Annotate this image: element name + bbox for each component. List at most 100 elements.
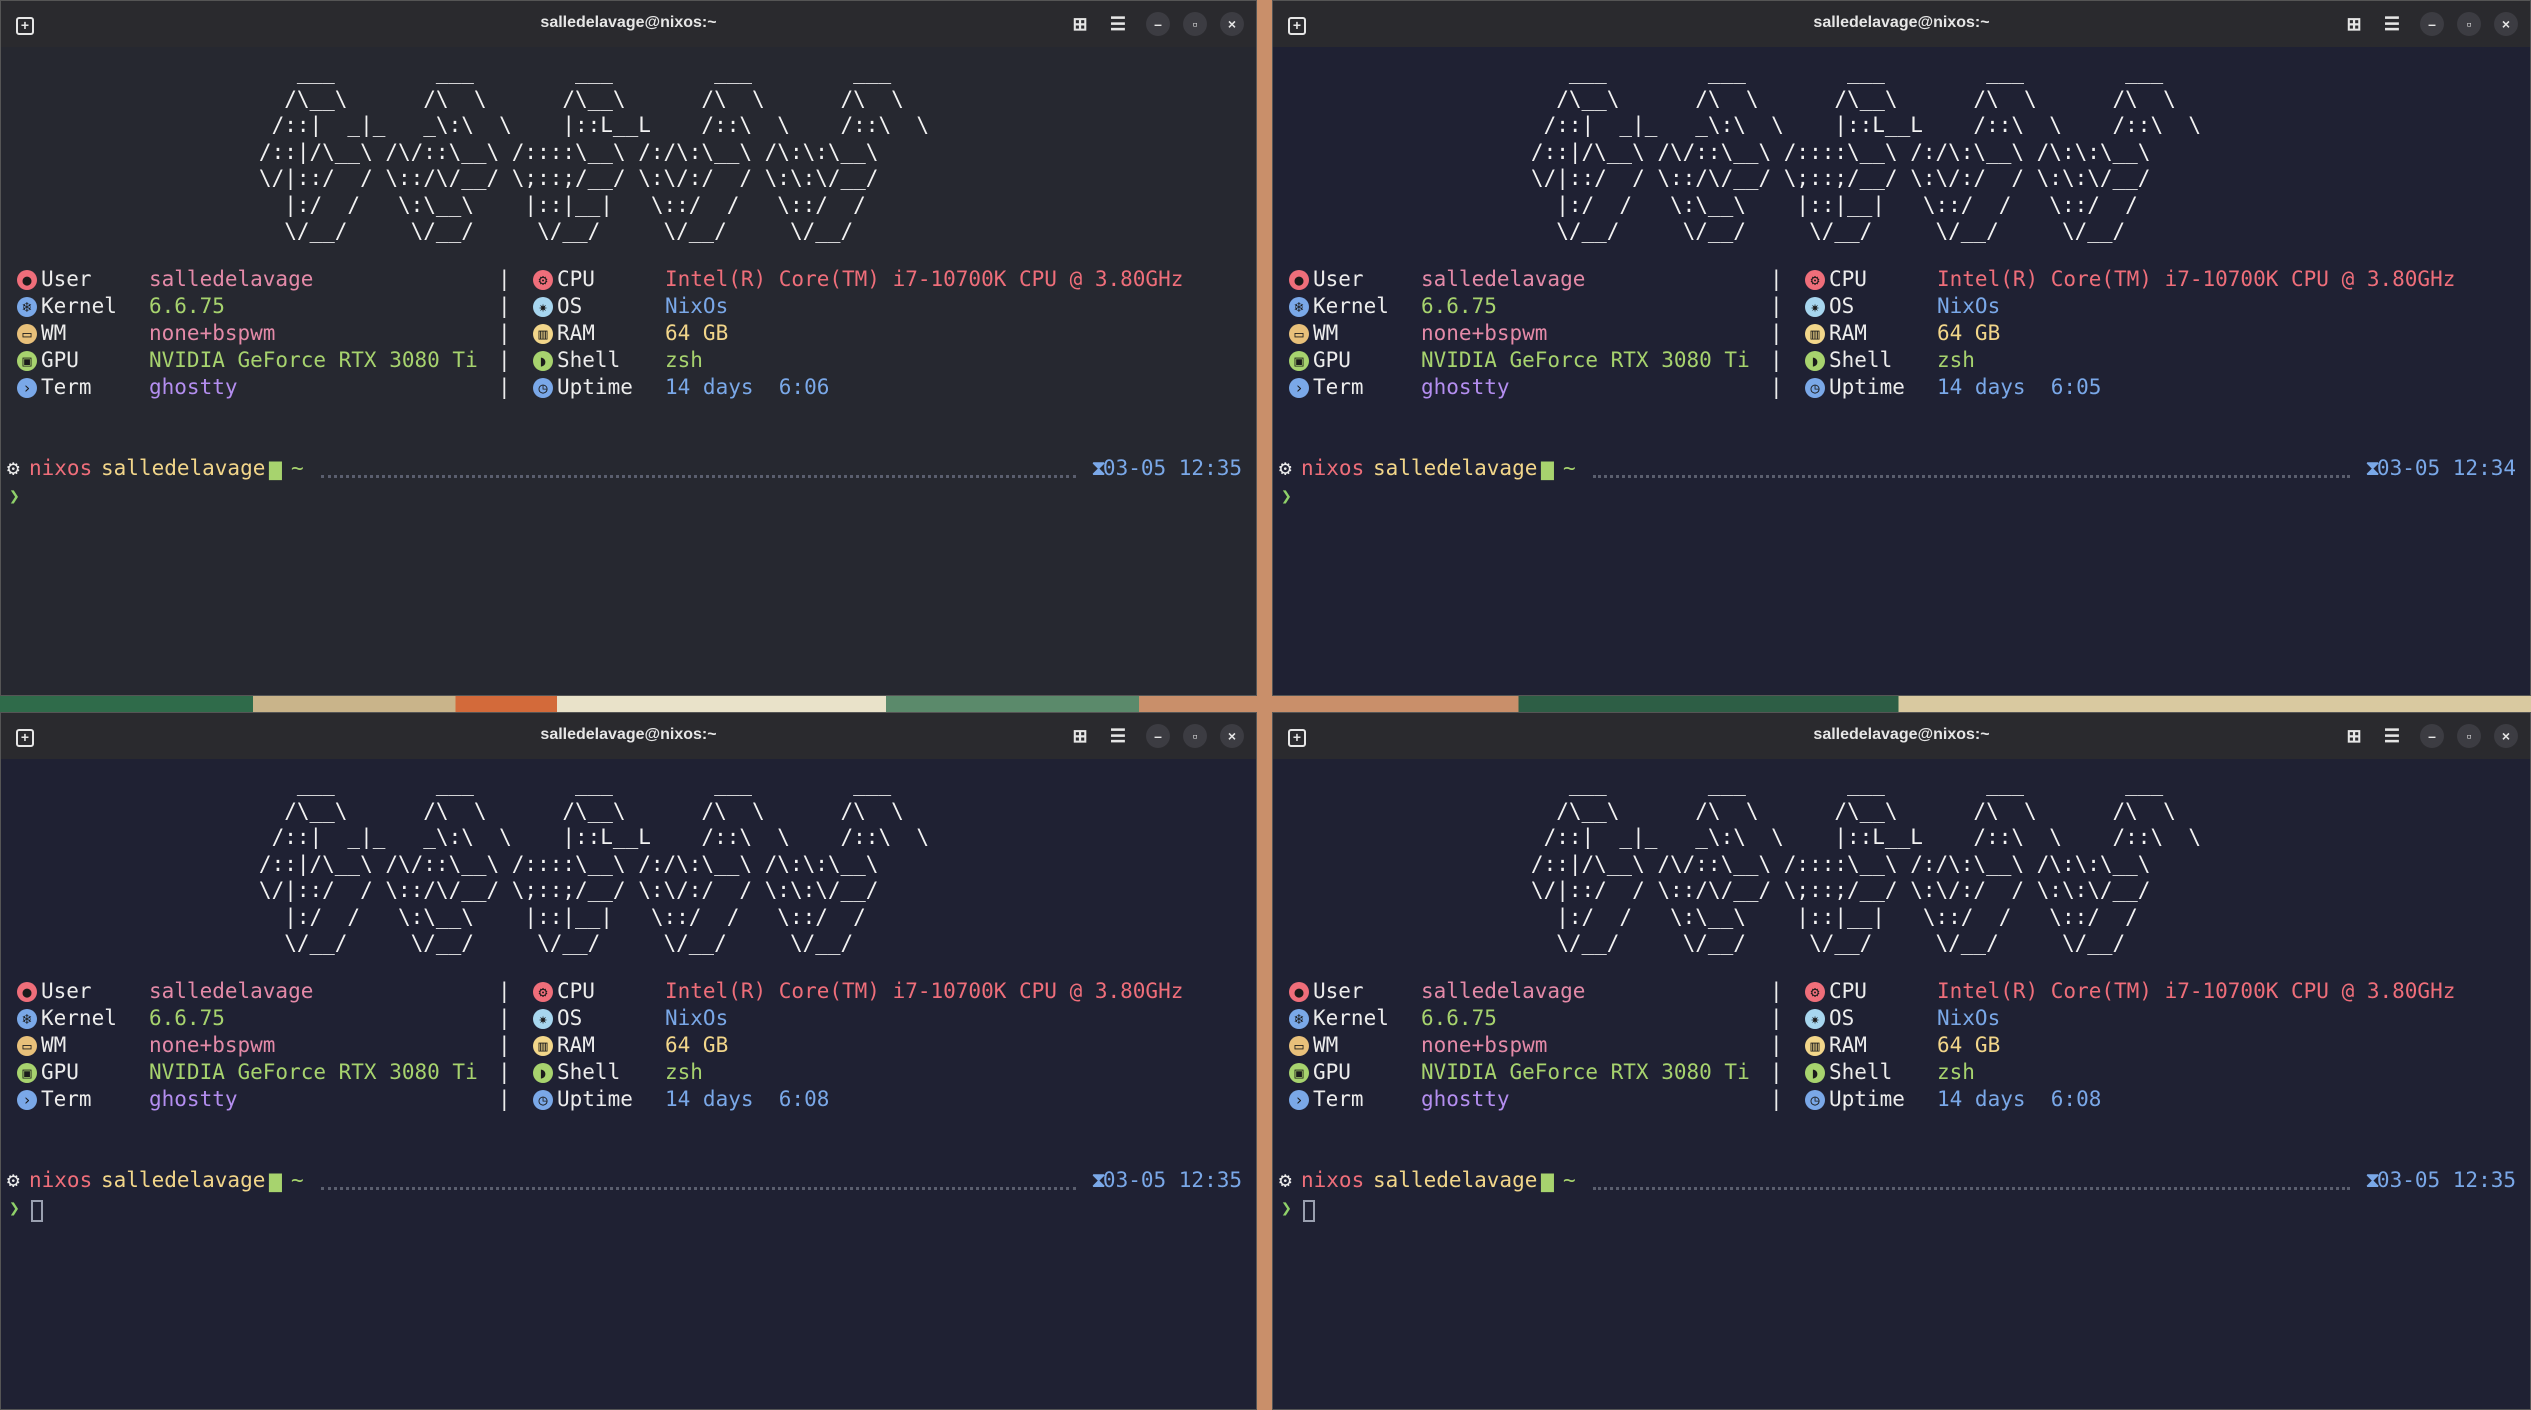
info-value: salledelavage — [149, 267, 314, 291]
gear-snowflake-icon: ✷ — [1805, 1009, 1825, 1029]
info-value: 14 days 6:08 — [665, 1087, 830, 1111]
info-label: Shell — [1829, 1060, 1893, 1084]
separator: | — [1770, 348, 1783, 372]
command-input[interactable]: ❯ — [1281, 483, 1292, 510]
grid-icon[interactable]: ⊞ — [2342, 724, 2366, 748]
terminal-window[interactable]: + salledelavage@nixos:~ ⊞ ☰ – ▫ × ___ ___ ___ … — [1272, 0, 2531, 696]
separator: | — [498, 348, 511, 372]
info-value: salledelavage — [149, 979, 314, 1003]
hamburger-menu-icon[interactable]: ☰ — [2380, 12, 2404, 36]
terminal-window[interactable]: + salledelavage@nixos:~ ⊞ ☰ – ▫ × ___ ___ ___ … — [0, 712, 1257, 1410]
minimize-button[interactable]: – — [2420, 724, 2444, 748]
prompt-line: ⚙ nixos salledelavage ▆ ~ ⧗ 03-05 12:35 — [1, 1167, 1256, 1195]
grid-icon[interactable]: ⊞ — [1068, 12, 1092, 36]
separator: | — [498, 1087, 511, 1111]
separator: | — [1770, 1033, 1783, 1057]
prompt-filler-dots — [1593, 1187, 2350, 1190]
separator: | — [498, 1060, 511, 1084]
info-value: Intel(R) Core(TM) i7-10700K CPU @ 3.80GH… — [1937, 979, 2456, 1003]
hamburger-menu-icon[interactable]: ☰ — [1106, 12, 1130, 36]
maximize-button[interactable]: ▫ — [1183, 724, 1207, 748]
separator: | — [498, 375, 511, 399]
grid-icon[interactable]: ⊞ — [1068, 724, 1092, 748]
info-label: OS — [1829, 1006, 1855, 1030]
terminal-window[interactable]: + salledelavage@nixos:~ ⊞ ☰ – ▫ × ___ ___ ___ … — [1272, 712, 2531, 1410]
gear-icon: ⚙ — [7, 456, 20, 480]
terminal-window[interactable]: + salledelavage@nixos:~ ⊞ ☰ – ▫ × ___ ___ ___ … — [0, 0, 1257, 696]
prompt-user: salledelavage — [1373, 456, 1538, 480]
nix-flake-icon: ❄ — [1289, 297, 1309, 317]
ram-stick-icon: ▥ — [533, 1036, 553, 1056]
info-label: Term — [41, 375, 92, 399]
info-label: CPU — [557, 979, 595, 1003]
info-label: CPU — [557, 267, 595, 291]
title-bar: + salledelavage@nixos:~ ⊞ ☰ – ▫ × — [1273, 1, 2530, 47]
separator: | — [498, 979, 511, 1003]
info-value: ghostty — [149, 375, 238, 399]
prompt-dir: ~ — [1563, 1168, 1576, 1192]
terminal-content[interactable]: ___ ___ ___ ___ ___ /\__\ /\ \ /\__\ /\ … — [1, 759, 1256, 1409]
info-label: Uptime — [557, 375, 633, 399]
info-label: RAM — [557, 1033, 595, 1057]
info-label: Uptime — [557, 1087, 633, 1111]
window-manager-icon: ▭ — [1289, 324, 1309, 344]
info-label: OS — [557, 1006, 583, 1030]
command-input[interactable]: ❯ — [9, 483, 20, 510]
maximize-button[interactable]: ▫ — [1183, 12, 1207, 36]
info-label: RAM — [1829, 321, 1867, 345]
gear-icon: ⚙ — [1279, 456, 1292, 480]
grid-icon[interactable]: ⊞ — [2342, 12, 2366, 36]
folder-icon: ▆ — [269, 1168, 282, 1192]
prompt-line: ⚙ nixos salledelavage ▆ ~ ⧗ 03-05 12:34 — [1273, 455, 2530, 483]
info-label: WM — [1313, 321, 1339, 345]
shell-icon: ◗ — [1805, 1063, 1825, 1083]
hamburger-menu-icon[interactable]: ☰ — [2380, 724, 2404, 748]
minimize-button[interactable]: – — [2420, 12, 2444, 36]
maximize-button[interactable]: ▫ — [2457, 724, 2481, 748]
info-value: ghostty — [1421, 1087, 1510, 1111]
info-value: Intel(R) Core(TM) i7-10700K CPU @ 3.80GH… — [665, 267, 1184, 291]
terminal-content[interactable]: ___ ___ ___ ___ ___ /\__\ /\ \ /\__\ /\ … — [1273, 47, 2530, 695]
close-button[interactable]: × — [1220, 724, 1244, 748]
terminal-prompt-icon: › — [17, 1090, 37, 1110]
info-value: 14 days 6:05 — [1937, 375, 2102, 399]
title-bar: + salledelavage@nixos:~ ⊞ ☰ – ▫ × — [1, 1, 1256, 47]
close-button[interactable]: × — [2494, 724, 2518, 748]
terminal-content[interactable]: ___ ___ ___ ___ ___ /\__\ /\ \ /\__\ /\ … — [1273, 759, 2530, 1409]
separator: | — [1770, 1060, 1783, 1084]
command-input[interactable]: ❯ — [1281, 1195, 1315, 1222]
gear-snowflake-icon: ✷ — [533, 297, 553, 317]
prompt-dir: ~ — [291, 1168, 304, 1192]
info-label: Term — [41, 1087, 92, 1111]
info-label: WM — [41, 1033, 67, 1057]
info-value: zsh — [665, 1060, 703, 1084]
folder-icon: ▆ — [269, 456, 282, 480]
maximize-button[interactable]: ▫ — [2457, 12, 2481, 36]
minimize-button[interactable]: – — [1146, 724, 1170, 748]
info-value: 64 GB — [1937, 321, 2001, 345]
info-value: none+bspwm — [149, 321, 276, 345]
info-value: zsh — [1937, 1060, 1975, 1084]
window-manager-icon: ▭ — [17, 1036, 37, 1056]
info-label: GPU — [41, 1060, 79, 1084]
prompt-host: nixos — [1301, 1168, 1365, 1192]
info-value: 6.6.75 — [149, 1006, 225, 1030]
prompt-user: salledelavage — [1373, 1168, 1538, 1192]
user-circle-icon: ● — [1289, 982, 1309, 1002]
close-button[interactable]: × — [1220, 12, 1244, 36]
separator: | — [498, 267, 511, 291]
gear-snowflake-icon: ✷ — [1805, 297, 1825, 317]
info-label: WM — [41, 321, 67, 345]
command-input[interactable]: ❯ — [9, 1195, 43, 1222]
info-value: NVIDIA GeForce RTX 3080 Ti — [1421, 348, 1750, 372]
terminal-content[interactable]: ___ ___ ___ ___ ___ /\__\ /\ \ /\__\ /\ … — [1, 47, 1256, 695]
minimize-button[interactable]: – — [1146, 12, 1170, 36]
separator: | — [1770, 1006, 1783, 1030]
close-button[interactable]: × — [2494, 12, 2518, 36]
hamburger-menu-icon[interactable]: ☰ — [1106, 724, 1130, 748]
user-circle-icon: ● — [1289, 270, 1309, 290]
gear-icon: ⚙ — [1279, 1168, 1292, 1192]
gpu-card-icon: ▣ — [1289, 1063, 1309, 1083]
cpu-chip-icon: ⚙ — [533, 270, 553, 290]
prompt-filler-dots — [321, 475, 1076, 478]
